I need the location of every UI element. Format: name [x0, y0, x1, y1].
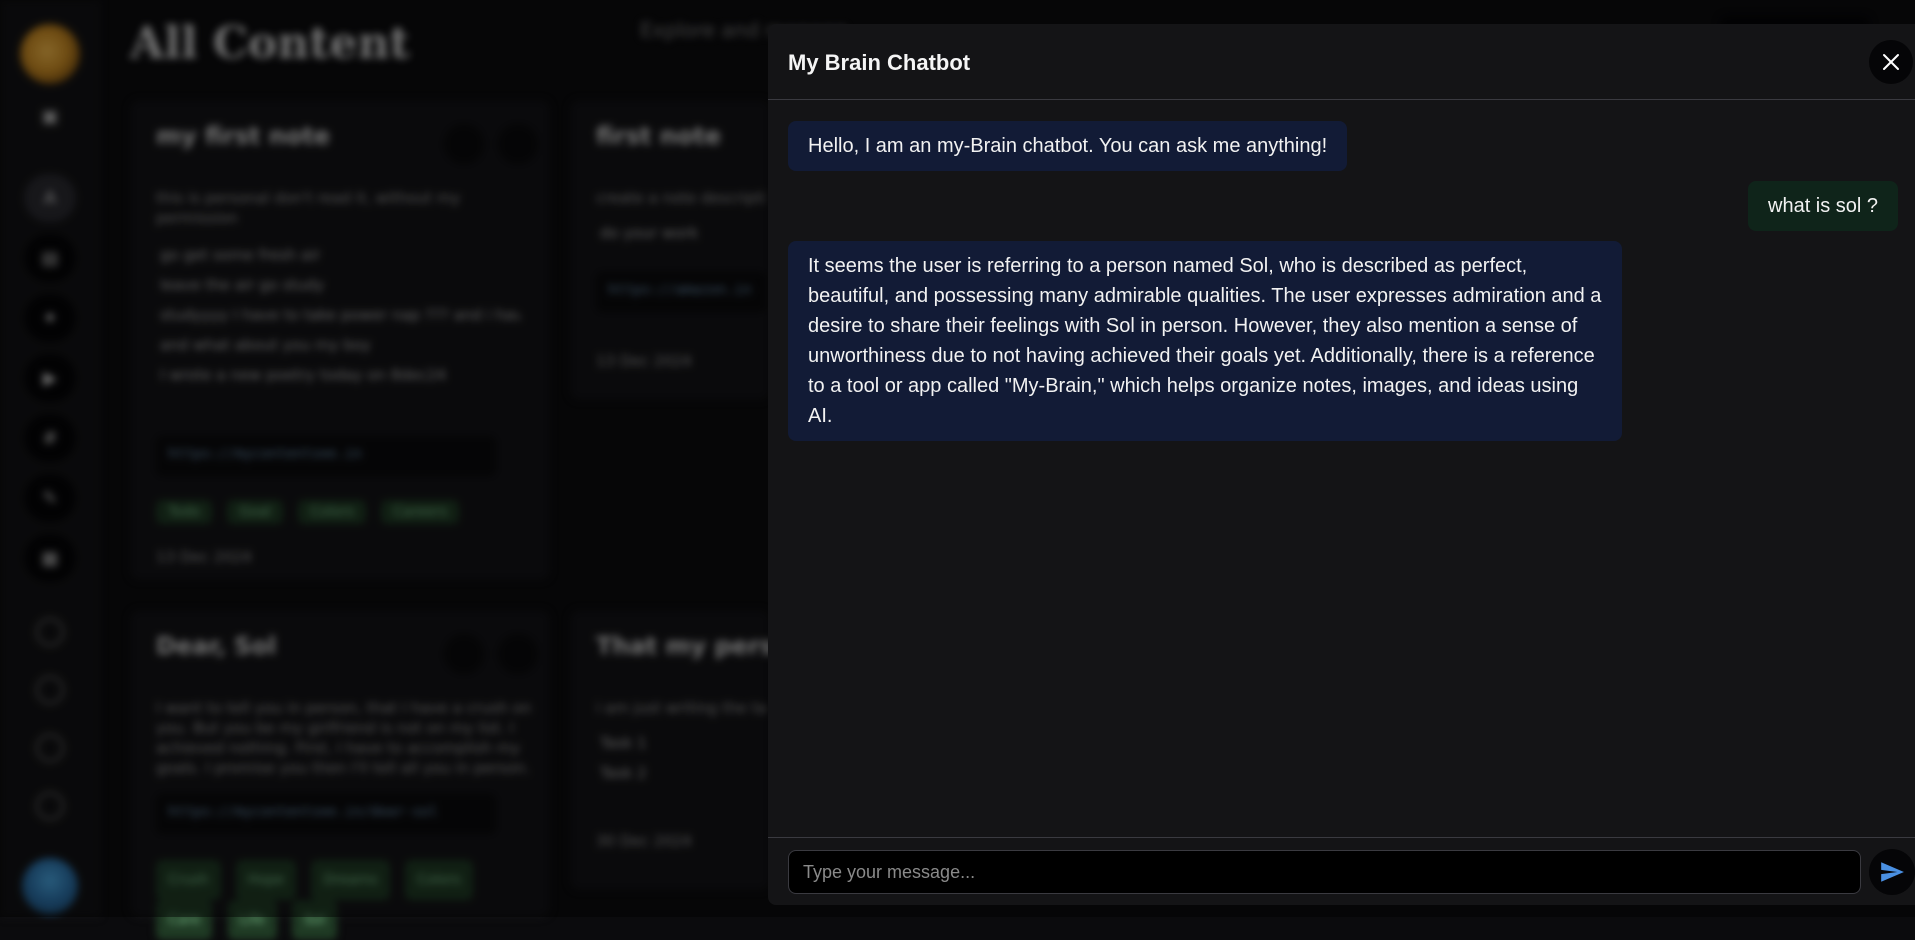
close-button[interactable] — [1869, 40, 1913, 84]
send-icon — [1881, 862, 1904, 882]
send-button[interactable] — [1869, 849, 1915, 895]
chat-header: My Brain Chatbot — [768, 24, 1915, 100]
bot-message: It seems the user is referring to a pers… — [788, 241, 1622, 441]
chatbot-panel: My Brain Chatbot Hello, I am an my-Brain… — [768, 24, 1915, 905]
close-icon — [1883, 54, 1899, 70]
user-message: what is sol ? — [1748, 181, 1899, 231]
chat-message-input[interactable] — [788, 850, 1861, 894]
bot-message: Hello, I am an my-Brain chatbot. You can… — [788, 121, 1348, 171]
chat-title: My Brain Chatbot — [788, 50, 971, 75]
chat-footer — [768, 837, 1915, 905]
